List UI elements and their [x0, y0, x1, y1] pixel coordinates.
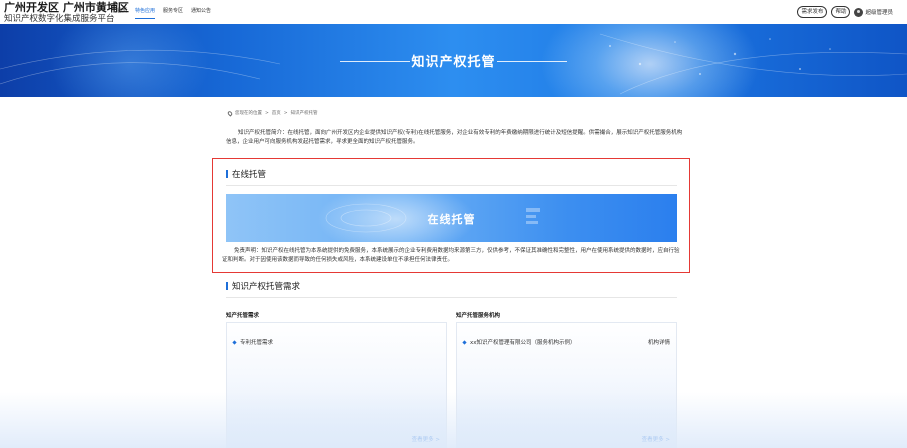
online-section-title-text: 在线托管 — [232, 170, 267, 180]
nav-service-zone[interactable]: 服务专区 — [163, 7, 183, 19]
main-nav: 首页 特色应用 服务专区 通知公告 — [117, 7, 211, 19]
breadcrumb-separator: > — [265, 110, 269, 116]
breadcrumb: 您现在的位置 > 首页 > 知识产权托管 — [226, 109, 318, 117]
brand[interactable]: 广州开发区 广州市黄埔区 知识产权数字化集成服务平台 — [4, 2, 129, 24]
online-section-title: 在线托管 — [226, 168, 266, 180]
agency-detail-link[interactable]: 机构详情 — [648, 338, 670, 346]
section-bar — [226, 170, 228, 178]
help-button[interactable]: 帮助 — [831, 6, 851, 18]
user-name: 超级管理员 — [865, 10, 893, 16]
section-divider — [226, 185, 677, 186]
agency-item-label: xx知识产权管理有限公司（服务机构示例） — [470, 340, 576, 346]
demand-list-panel: 专利托管需求 查看更多 > — [226, 322, 447, 448]
diamond-bullet-icon — [462, 339, 467, 345]
header-actions: 需求发布 帮助 超级管理员 — [797, 6, 893, 18]
agency-list-panel: xx知识产权管理有限公司（服务机构示例） 机构详情 查看更多 > — [456, 322, 677, 448]
disclaimer-text: 免责声明：知识产权在线托管为本系统提供的免费服务，本系统展示的企业专利费用数据均… — [222, 248, 680, 263]
list-item[interactable]: 专利托管需求 — [232, 338, 274, 346]
user-menu[interactable]: 超级管理员 — [854, 7, 893, 17]
top-header: 广州开发区 广州市黄埔区 知识产权数字化集成服务平台 首页 特色应用 服务专区 … — [0, 0, 907, 24]
nav-featured-apps[interactable]: 特色应用 — [135, 7, 156, 19]
agency-list-head: 知产托管服务机构 — [456, 313, 501, 319]
bottom-background-fade — [0, 392, 907, 448]
online-card-title: 在线托管 — [427, 213, 476, 226]
view-more-agency-link[interactable]: 查看更多 > — [642, 435, 670, 443]
diamond-bullet-icon — [232, 339, 237, 345]
avatar-icon — [854, 7, 864, 17]
breadcrumb-separator: > — [283, 110, 288, 116]
nav-notices[interactable]: 通知公告 — [191, 7, 211, 19]
demand-section-title: 知识产权托管需求 — [226, 280, 300, 292]
list-item[interactable]: xx知识产权管理有限公司（服务机构示例） — [462, 338, 576, 346]
breadcrumb-home[interactable]: 首页 — [272, 110, 281, 116]
banner-title: 知识产权托管 — [411, 55, 496, 70]
brand-title: 广州开发区 广州市黄埔区 — [4, 1, 129, 14]
demand-list-head: 知产托管需求 — [226, 313, 260, 319]
nav-home[interactable]: 首页 — [117, 7, 127, 19]
page-banner: 知识产权托管 — [0, 24, 907, 97]
section-divider — [226, 297, 677, 298]
brand-subtitle: 知识产权数字化集成服务平台 — [4, 14, 115, 24]
online-hosting-card[interactable]: 在线托管 — [226, 194, 677, 242]
demand-section-title-text: 知识产权托管需求 — [232, 282, 301, 292]
location-pin-icon — [226, 109, 234, 117]
view-more-demand-link[interactable]: 查看更多 > — [412, 435, 440, 443]
intro-text: 知识产权托管简介：在线托管，面向广州开发区内企业提供知识产权(专利)在线托管服务… — [226, 130, 683, 145]
publish-demand-button[interactable]: 需求发布 — [797, 6, 828, 18]
breadcrumb-current: 知识产权托管 — [290, 111, 318, 116]
breadcrumb-prefix: 您现在的位置 — [235, 111, 262, 116]
section-bar — [226, 282, 228, 290]
demand-item-label: 专利托管需求 — [240, 340, 274, 346]
